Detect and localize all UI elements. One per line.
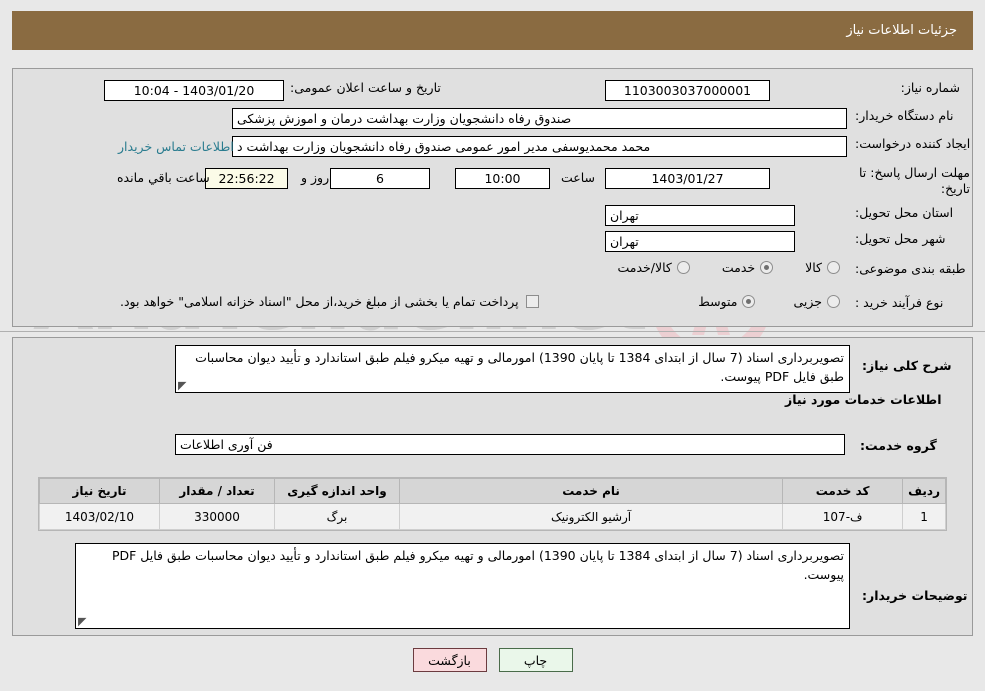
category-option-service-label: خدمت [721,260,756,275]
requester-field[interactable]: محمد محمدیوسفی مدیر امور عمومی صندوق رفا… [232,136,847,157]
announce-datetime-label: تاریخ و ساعت اعلان عمومی: [290,80,441,95]
deadline-row: مهلت ارسال پاسخ: تا تاریخ: [855,165,970,198]
page-root: AriaTender.net جزئیات اطلاعات نیاز شماره… [0,0,985,691]
services-table: ردیف کد خدمت نام خدمت واحد اندازه گیری ت… [39,478,946,530]
cell-row-no: 1 [902,503,946,530]
category-options: کالا خدمت کالا/خدمت [605,260,840,275]
action-buttons: بازگشت چاپ [0,648,985,672]
cell-service-name: آرشیو الکترونیک [398,503,784,530]
city-label: شهر محل تحویل: [855,231,946,246]
cell-quantity: 330000 [159,503,275,530]
col-unit: واحد اندازه گیری [274,478,400,504]
resize-grip-icon[interactable]: ◥ [178,379,186,392]
buyer-org-label: نام دستگاه خریدار: [855,108,954,123]
countdown-timer: 22:56:22 [205,168,288,189]
deadline-date-field[interactable]: 1403/01/27 [605,168,770,189]
purchase-type-label: نوع فرآیند خرید : [855,295,944,310]
table-row[interactable]: 1 ف-107 آرشیو الکترونیک برگ 330000 1403/… [39,503,946,530]
section-divider [0,331,985,332]
col-need-date: تاریخ نیاز [39,478,160,504]
treasury-bond-label: پرداخت تمام یا بخشی از مبلغ خرید،از محل … [120,294,519,309]
category-option-service[interactable]: خدمت [721,260,774,275]
service-group-label: گروه خدمت: [860,438,937,453]
description-label: شرح کلی نیاز: [862,358,952,373]
treasury-bond-option[interactable]: پرداخت تمام یا بخشی از مبلغ خرید،از محل … [120,294,539,309]
checkbox-treasury-bond-icon[interactable] [525,295,539,308]
description-text: تصویربرداری اسناد (7 سال از ابتدای 1384 … [195,350,844,385]
resize-grip-notes-icon[interactable]: ◥ [78,615,86,628]
radio-goods-service-icon[interactable] [676,261,690,274]
category-option-goods-service[interactable]: کالا/خدمت [617,260,690,275]
purchase-type-option-minor[interactable]: جزیی [793,294,840,309]
province-label: استان محل تحویل: [855,205,954,220]
need-number-row: شماره نیاز: [780,80,960,95]
category-option-goods[interactable]: کالا [805,260,840,275]
radio-service-icon[interactable] [760,261,774,274]
requester-label: ایجاد کننده درخواست: [855,136,971,151]
radio-medium-icon[interactable] [742,295,756,308]
purchase-type-option-minor-label: جزیی [793,294,822,309]
purchase-type-option-medium-label: متوسط [698,294,738,309]
col-quantity: تعداد / مقدار [159,478,275,504]
buyer-notes-text: تصویربرداری اسناد (7 سال از ابتدای 1384 … [111,548,844,583]
need-info-panel [12,68,973,327]
need-number-label: شماره نیاز: [900,80,960,95]
requester-row: ایجاد کننده درخواست: [855,136,970,151]
col-row-no: ردیف [902,478,946,504]
description-textarea[interactable]: تصویربرداری اسناد (7 سال از ابتدای 1384 … [175,345,850,393]
print-button[interactable]: چاپ [498,648,573,672]
page-header: جزئیات اطلاعات نیاز [12,11,973,50]
announce-datetime-row: تاریخ و ساعت اعلان عمومی: [290,80,441,95]
buyer-org-field[interactable]: صندوق رفاه دانشجویان وزارت بهداشت درمان … [232,108,847,129]
city-row: شهر محل تحویل: [855,231,945,246]
buyer-notes-textarea[interactable]: تصویربرداری اسناد (7 سال از ابتدای 1384 … [75,543,850,629]
col-service-name: نام خدمت [398,478,784,504]
deadline-label: مهلت ارسال پاسخ: تا تاریخ: [859,165,970,197]
deadline-time-field[interactable]: 10:00 [455,168,550,189]
back-button[interactable]: بازگشت [412,648,487,672]
cell-unit: برگ [274,503,400,530]
buyer-org-row: نام دستگاه خریدار: [855,108,953,123]
category-row: طبقه بندی موضوعی: [855,261,966,276]
deadline-time-label: ساعت [561,170,596,185]
province-field[interactable]: تهران [605,205,795,226]
table-header-row: ردیف کد خدمت نام خدمت واحد اندازه گیری ت… [39,478,946,504]
city-field[interactable]: تهران [605,231,795,252]
col-service-code: کد خدمت [782,478,904,504]
category-option-goods-label: کالا [805,260,822,275]
buyer-contact-link[interactable]: اطلاعات تماس خریدار [118,139,234,154]
services-heading: اطلاعات خدمات مورد نیاز [785,392,942,407]
radio-goods-icon[interactable] [827,261,840,274]
province-row: استان محل تحویل: [855,205,953,220]
announce-datetime-field[interactable]: 1403/01/20 - 10:04 [104,80,284,101]
services-table-wrapper: ردیف کد خدمت نام خدمت واحد اندازه گیری ت… [38,477,947,531]
deadline-days-field[interactable]: 6 [330,168,430,189]
purchase-type-row: نوع فرآیند خرید : [855,295,943,310]
deadline-days-label: روز و [301,170,330,185]
need-number-field[interactable]: 1103003037000001 [605,80,770,101]
purchase-type-options: جزیی متوسط [640,294,840,309]
service-group-field[interactable]: فن آوری اطلاعات [175,434,845,455]
purchase-type-option-medium[interactable]: متوسط [698,294,756,309]
cell-service-code: ف-107 [782,503,904,530]
category-option-goods-service-label: کالا/خدمت [617,260,672,275]
cell-need-date: 1403/02/10 [39,503,160,530]
buyer-notes-label: توضیحات خریدار: [862,588,968,603]
radio-minor-icon[interactable] [827,295,840,308]
page-title: جزئیات اطلاعات نیاز [846,23,957,38]
countdown-label: ساعت باقي مانده [117,170,210,185]
category-label: طبقه بندی موضوعی: [855,261,966,276]
